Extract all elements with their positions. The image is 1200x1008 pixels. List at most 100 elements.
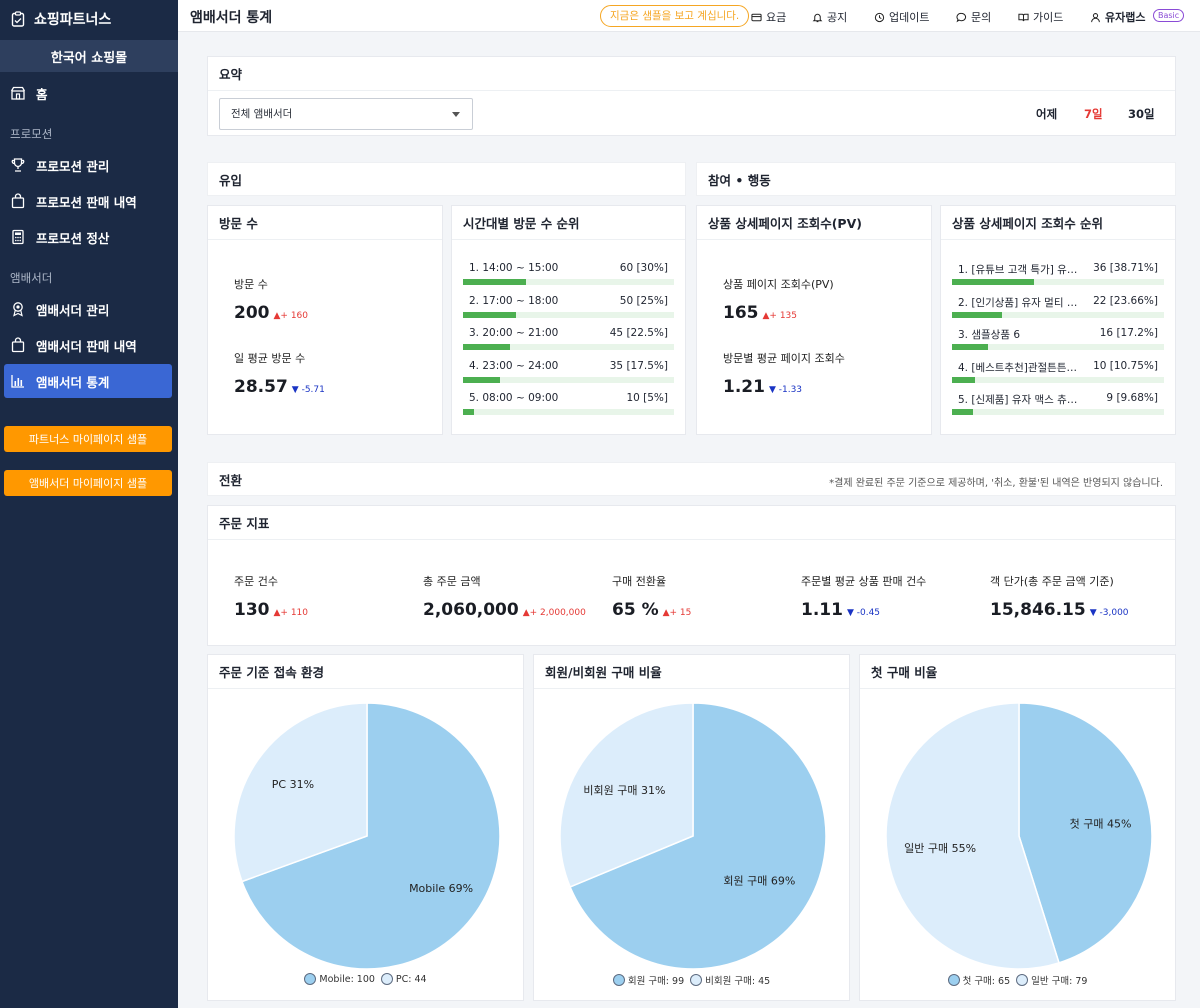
sidebar-item-ambassador-manage[interactable]: 앰배서더 관리 (0, 292, 174, 326)
rank-label: 5. [신제품] 유자 맥스 츄잉 비타민 (958, 394, 1078, 406)
avg-pv-value: 1.21 ▼ -1.33 (723, 377, 802, 397)
ambassador-select[interactable]: 전체 앰배서더 (219, 98, 473, 130)
chevron-down-icon (452, 112, 460, 117)
order-metric-label: 주문별 평균 상품 판매 건수 (801, 575, 927, 588)
conversion-section-title: 전환 *결제 완료된 주문 기준으로 제공하며, '취소, 환불'된 내역은 반… (207, 462, 1176, 496)
order-metrics-title: 주문 지표 (208, 506, 1175, 540)
brand-name: 쇼핑파트너스 (34, 12, 112, 28)
inquiry-link[interactable]: 문의 (956, 9, 991, 25)
sidebar-item-promotion-settle[interactable]: 프로모션 정산 (0, 220, 174, 254)
legend-item[interactable]: 첫 구매: 65 (947, 973, 1010, 987)
visits-delta: ▲+ 160 (273, 311, 309, 321)
rank-value: 50 [25%] (616, 294, 668, 307)
rank-value: 10 [10.75%] (1090, 359, 1158, 372)
pv-card-title: 상품 상세페이지 조회수(PV) (697, 206, 931, 240)
order-metric-number: 130 (234, 600, 270, 620)
user-name: 유자랩스 (1105, 11, 1146, 24)
pie-chart-first-purchase: 첫 구매 45% 일반 구매 55% (885, 702, 1153, 970)
order-metric-value: 2,060,000 ▲+ 2,000,000 (423, 600, 586, 620)
nav-section-ambassador: 앰배서더 (10, 271, 53, 285)
update-label: 업데이트 (889, 11, 930, 24)
update-link[interactable]: 업데이트 (874, 9, 929, 25)
plan-badge: Basic (1153, 9, 1185, 22)
rank-row: 3. 샘플상품 6 16 [17.2%] (952, 327, 1164, 359)
pricing-link[interactable]: 요금 (751, 9, 786, 25)
pv-number: 165 (723, 303, 759, 323)
guide-link[interactable]: 가이드 (1018, 9, 1063, 25)
sidebar-item-ambassador-stats[interactable]: 앰배서더 통계 (4, 364, 172, 398)
rank-label: 2. 17:00 ~ 18:00 (469, 294, 559, 307)
bell-icon (812, 13, 823, 22)
nav-section-promotion: 프로모션 (10, 127, 53, 141)
legend-swatch (612, 974, 625, 986)
rank-bar-track (952, 311, 1164, 318)
partners-sample-button[interactable]: 파트너스 마이페이지 샘플 (4, 426, 172, 452)
rank-label: 2. [인기상품] 유자 멀티 비타민, 3개월 (958, 296, 1078, 309)
order-metric-value: 130 ▲+ 110 (234, 600, 308, 620)
order-metrics-card: 주문 지표 주문 건수 130 ▲+ 110 총 주문 금액 2,060,000 ▲+ 2… (207, 505, 1176, 646)
legend-label: Mobile: 100 (319, 973, 375, 985)
order-metric-delta: ▲+ 110 (273, 608, 309, 618)
rank-bar-track (463, 311, 674, 318)
rank-bar-fill (463, 344, 511, 350)
user-icon (1091, 12, 1100, 22)
rank-value: 35 [17.5%] (606, 359, 668, 372)
pie-legend-device: Mobile: 100 PC: 44 (208, 973, 523, 988)
rank-row: 1. 14:00 ~ 15:00 60 [30%] (463, 262, 674, 294)
legend-swatch (947, 974, 960, 986)
sidebar-item-promotion-manage[interactable]: 프로모션 관리 (0, 148, 174, 182)
legend-swatch (690, 974, 703, 986)
order-metric-delta: ▲+ 15 (662, 608, 692, 618)
sidebar-item-home[interactable]: 홈 (0, 76, 174, 110)
ambassador-sample-button[interactable]: 앰배서더 마이페이지 샘플 (4, 470, 172, 496)
legend-label: 일반 구매: 79 (1031, 976, 1088, 987)
order-metric-delta-value: -3,000 (1099, 608, 1129, 618)
order-metric-label: 주문 건수 (234, 575, 278, 588)
range-7d-button[interactable]: 7일 (1084, 106, 1103, 122)
rank-bar-fill (952, 409, 973, 415)
legend-item[interactable]: 비회원 구매: 45 (690, 973, 770, 987)
range-yesterday-button[interactable]: 어제 (1036, 106, 1057, 122)
rank-bar-fill (463, 376, 500, 383)
avg-pv-number: 1.21 (723, 377, 765, 397)
pie-slice-label: Mobile 69% (409, 882, 473, 895)
sidebar-item-ambassador-sales[interactable]: 앰배서더 판매 내역 (0, 328, 174, 362)
brand[interactable]: 쇼핑파트너스 (0, 0, 178, 38)
rank-bar-fill (463, 409, 474, 415)
guide-label: 가이드 (1033, 11, 1064, 24)
pie-slice-label: PC 31% (272, 778, 314, 791)
rank-label: 5. 08:00 ~ 09:00 (469, 392, 559, 404)
order-metric-label: 객 단가(총 주문 금액 기준) (990, 575, 1114, 588)
chat-icon (956, 12, 967, 22)
conversion-title: 전환 (219, 472, 243, 488)
sidebar-item-label: 앰배서더 관리 (36, 302, 110, 318)
rank-label: 3. 샘플상품 6 (958, 329, 1021, 341)
store-name[interactable]: 한국어 쇼핑몰 (0, 40, 178, 72)
legend-swatch (380, 973, 393, 985)
summary-card: 요약 전체 앰배서더 어제 7일 30일 (207, 56, 1176, 136)
trophy-icon (11, 158, 25, 172)
book-icon (1018, 13, 1029, 21)
rank-value: 9 [9.68%] (1103, 392, 1158, 404)
hourly-rank-title: 시간대별 방문 수 순위 (452, 206, 685, 240)
rank-row: 2. 17:00 ~ 18:00 50 [25%] (463, 294, 674, 327)
pie-legend-member: 회원 구매: 99 비회원 구매: 45 (534, 973, 849, 989)
legend-item[interactable]: 회원 구매: 99 (612, 973, 684, 987)
user-menu[interactable]: 유자랩스 (1090, 9, 1145, 25)
rank-bar-fill (952, 376, 975, 383)
legend-item[interactable]: Mobile: 100 (304, 973, 375, 985)
range-30d-button[interactable]: 30일 (1128, 106, 1155, 122)
notice-link[interactable]: 공지 (812, 9, 847, 25)
rank-bar-track (952, 279, 1164, 285)
shopping-bag-icon (11, 193, 25, 209)
sidebar-item-promotion-sales[interactable]: 프로모션 판매 내역 (0, 184, 174, 218)
rank-value: 45 [22.5%] (606, 327, 668, 339)
legend-label: PC: 44 (395, 973, 427, 985)
rank-row: 2. [인기상품] 유자 멀티 비타민, 3개월 22 [23.66%] (952, 294, 1164, 327)
rank-bar-track (463, 344, 674, 350)
order-metric-value: 65 % ▲+ 15 (612, 600, 691, 620)
legend-item[interactable]: 일반 구매: 79 (1016, 973, 1087, 987)
visits-number: 200 (234, 303, 270, 323)
legend-item[interactable]: PC: 44 (380, 973, 427, 985)
sidebar: 쇼핑파트너스 한국어 쇼핑몰 홈 프로모션 프로모션 관리 프로모션 판매 내역… (0, 0, 178, 1008)
